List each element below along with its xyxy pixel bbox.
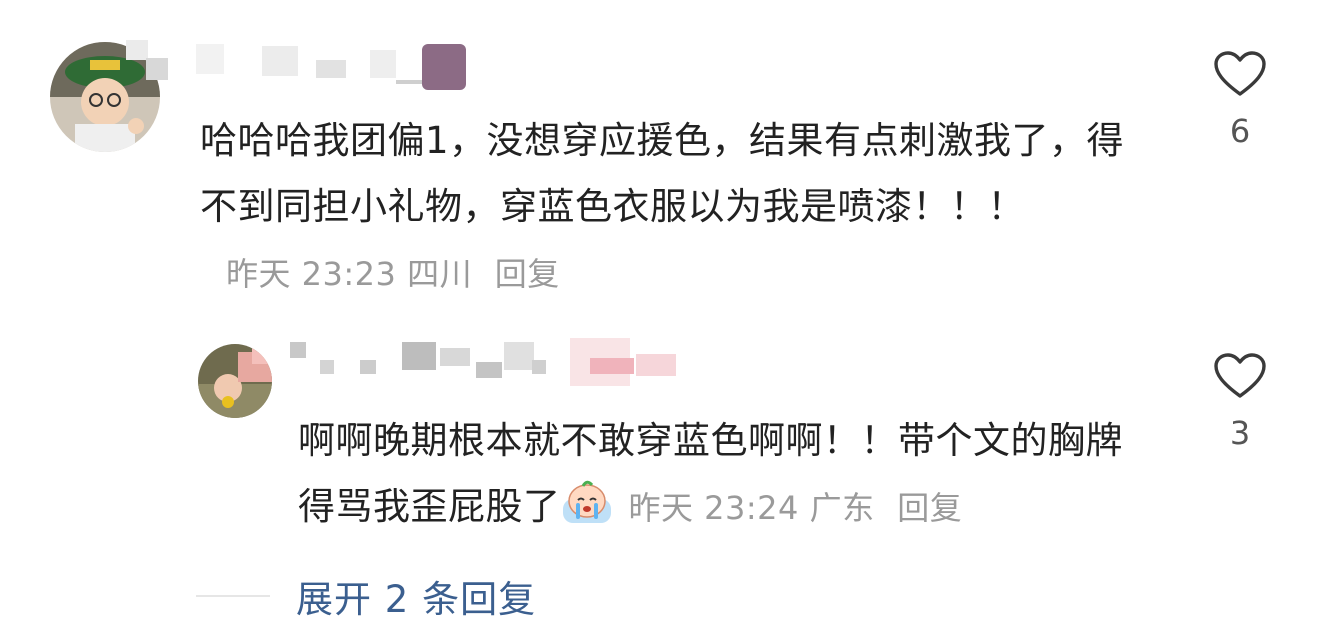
like-count: 3 bbox=[1229, 414, 1251, 452]
reply-button[interactable]: 回复 bbox=[495, 255, 560, 293]
username-blurred[interactable] bbox=[290, 338, 690, 386]
comment-meta: 昨天 23:23 四川 回复 bbox=[226, 255, 560, 293]
comment-meta: 昨天 23:24 广东 回复 bbox=[629, 489, 963, 527]
comment-time: 昨天 23:24 bbox=[628, 489, 799, 527]
reply-button[interactable]: 回复 bbox=[897, 489, 962, 527]
comment-1: 哈哈哈我团偏1，没想穿应援色，结果有点刺激我了，得不到同担小礼物，穿蓝色衣服以为… bbox=[0, 0, 1320, 320]
comment-body: 哈哈哈我团偏1，没想穿应援色，结果有点刺激我了，得不到同担小礼物，穿蓝色衣服以为… bbox=[200, 119, 1125, 228]
crying-face-emoji-icon bbox=[561, 479, 613, 525]
comment-text: 哈哈哈我团偏1，没想穿应援色，结果有点刺激我了，得不到同担小礼物，穿蓝色衣服以为… bbox=[200, 108, 1160, 307]
expand-replies-label[interactable]: 展开 2 条回复 bbox=[296, 569, 536, 623]
username-blurred[interactable] bbox=[126, 40, 486, 90]
comment-2: 啊啊晚期根本就不敢穿蓝色啊啊！！带个文的胸牌得骂我歪屁股了 昨天 23:24 广… bbox=[0, 320, 1320, 560]
divider bbox=[196, 595, 270, 597]
avatar[interactable] bbox=[198, 344, 272, 418]
like-button[interactable]: 6 bbox=[1210, 50, 1270, 150]
expand-replies-button[interactable]: 展开 2 条回复 bbox=[196, 566, 536, 626]
comment-location: 广东 bbox=[809, 489, 875, 527]
heart-outline-icon bbox=[1214, 51, 1266, 96]
comment-location: 四川 bbox=[407, 255, 473, 293]
heart-outline-icon bbox=[1214, 353, 1266, 398]
like-count: 6 bbox=[1229, 112, 1251, 150]
comment-time: 昨天 23:23 bbox=[226, 255, 397, 293]
comment-text: 啊啊晚期根本就不敢穿蓝色啊啊！！带个文的胸牌得骂我歪屁股了 昨天 23:24 广… bbox=[298, 408, 1158, 541]
like-button[interactable]: 3 bbox=[1210, 352, 1270, 452]
